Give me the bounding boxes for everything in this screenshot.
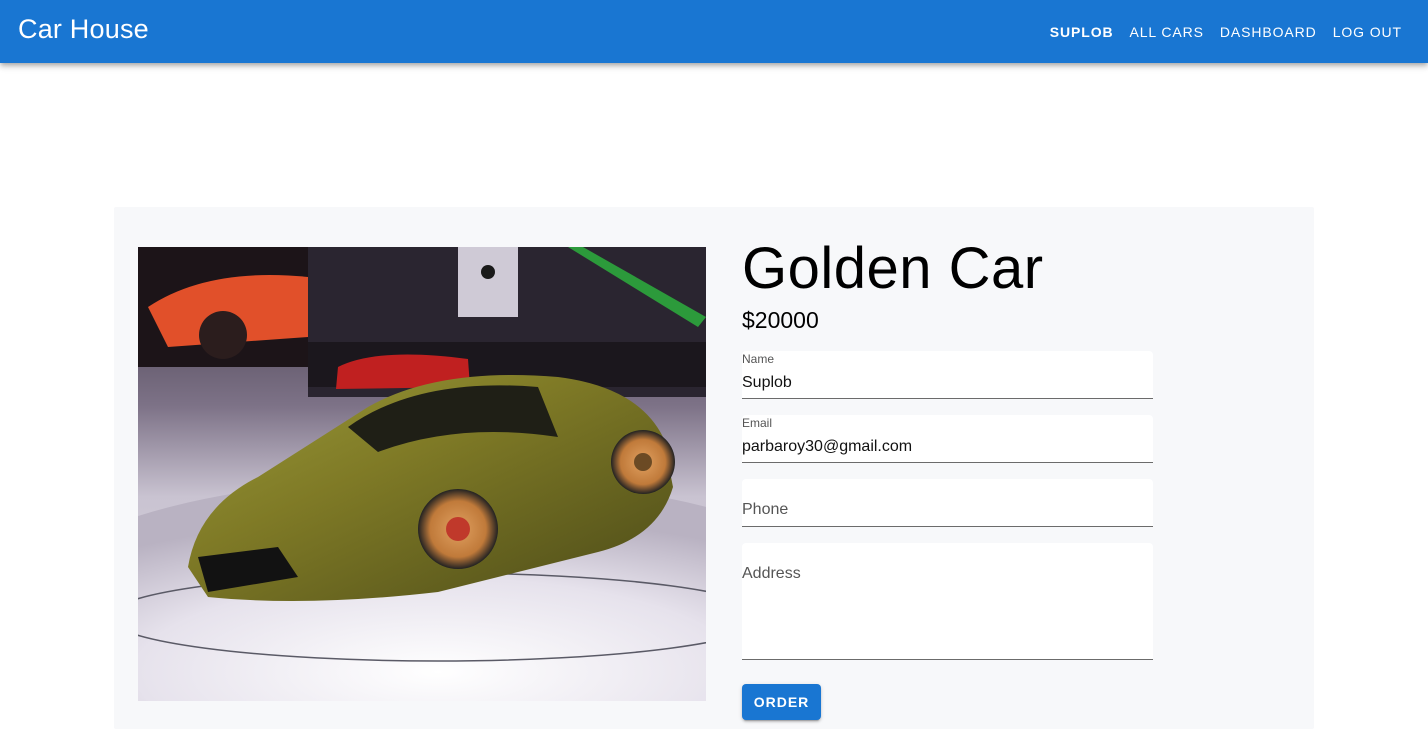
name-label: Name bbox=[742, 352, 775, 366]
car-image bbox=[138, 247, 706, 701]
phone-label: Phone bbox=[742, 501, 789, 518]
product-panel: Golden Car $20000 Name Email Phone Addre… bbox=[114, 207, 1314, 729]
address-label: Address bbox=[742, 565, 801, 582]
app-bar: Car House SUPLOB ALL CARS DASHBOARD LOG … bbox=[0, 0, 1428, 63]
name-field[interactable]: Name bbox=[742, 351, 1153, 399]
product-price: $20000 bbox=[742, 307, 819, 333]
nav-dashboard[interactable]: DASHBOARD bbox=[1212, 18, 1325, 46]
name-input[interactable] bbox=[742, 374, 1142, 392]
nav-logout[interactable]: LOG OUT bbox=[1325, 18, 1410, 46]
address-field[interactable]: Address bbox=[742, 543, 1153, 660]
order-button[interactable]: ORDER bbox=[742, 684, 821, 720]
nav-all-cars[interactable]: ALL CARS bbox=[1122, 18, 1212, 46]
email-field[interactable]: Email bbox=[742, 415, 1153, 463]
product-title: Golden Car bbox=[742, 236, 1044, 301]
brand-title[interactable]: Car House bbox=[18, 14, 149, 45]
nav-links: SUPLOB ALL CARS DASHBOARD LOG OUT bbox=[1042, 0, 1428, 63]
product-details: Golden Car $20000 Name Email Phone Addre… bbox=[742, 236, 1153, 720]
email-input[interactable] bbox=[742, 438, 1142, 456]
nav-user[interactable]: SUPLOB bbox=[1042, 18, 1122, 46]
phone-field[interactable]: Phone bbox=[742, 479, 1153, 527]
email-label: Email bbox=[742, 416, 773, 430]
